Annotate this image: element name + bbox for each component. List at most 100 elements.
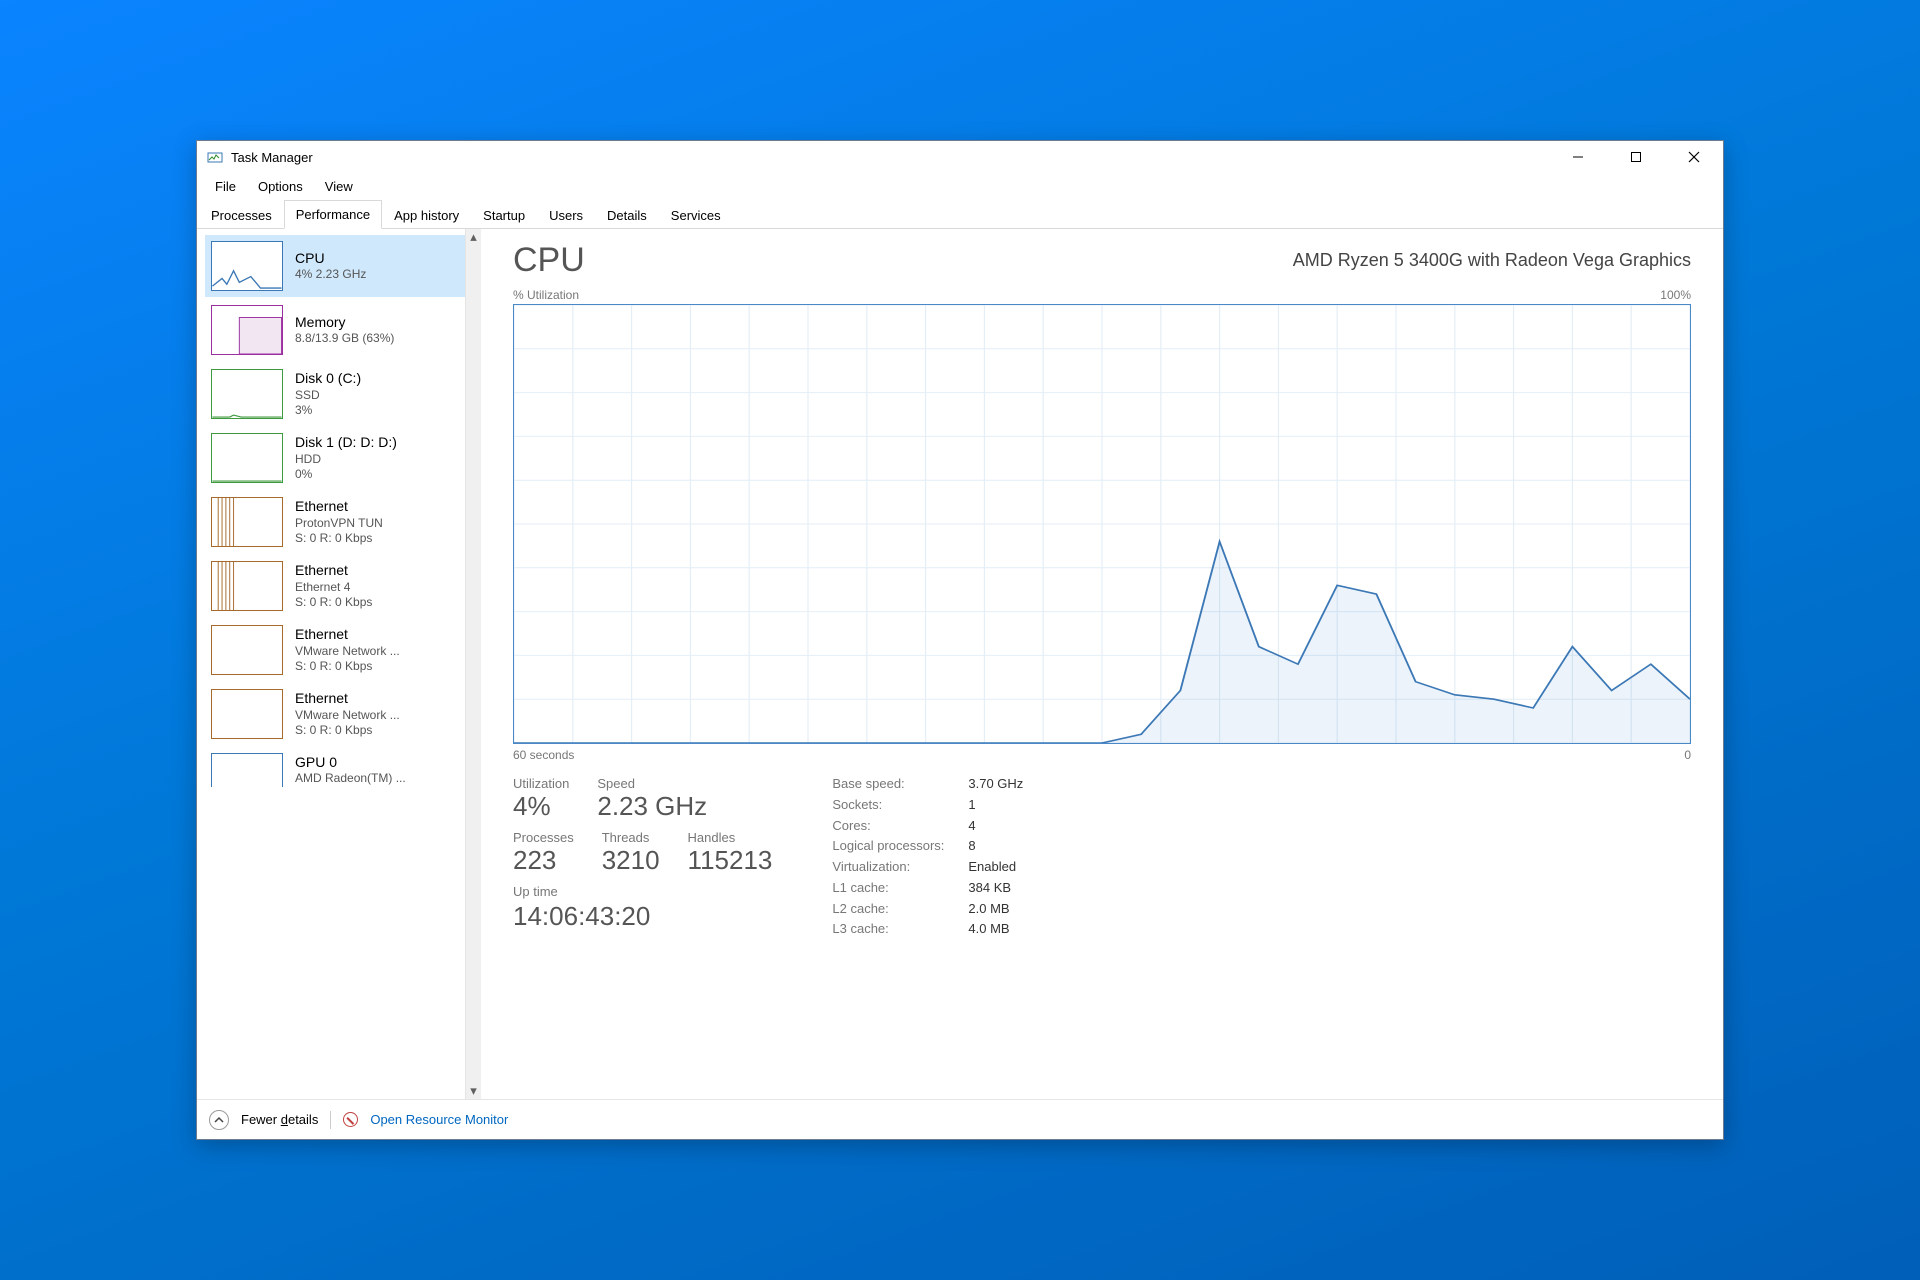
- sidebar-item-8[interactable]: GPU 0AMD Radeon(TM) ...: [205, 747, 465, 793]
- resource-sidebar[interactable]: CPU4% 2.23 GHzMemory8.8/13.9 GB (63%)Dis…: [197, 229, 465, 1099]
- sidebar-sub1-7: VMware Network ...: [295, 708, 400, 723]
- sidebar-title-7: Ethernet: [295, 690, 400, 708]
- sidebar-thumb-4: [211, 497, 283, 547]
- v-base-speed: 3.70 GHz: [968, 776, 1023, 793]
- sidebar-thumb-1: [211, 305, 283, 355]
- sidebar-item-4[interactable]: EthernetProtonVPN TUNS: 0 R: 0 Kbps: [205, 491, 465, 553]
- sidebar-sub1-2: SSD: [295, 388, 361, 403]
- sidebar-title-6: Ethernet: [295, 626, 400, 644]
- v-l2: 2.0 MB: [968, 901, 1023, 918]
- sidebar-sub2-3: 0%: [295, 467, 397, 482]
- chart-label-100: 100%: [1660, 288, 1691, 302]
- minimize-button[interactable]: [1549, 141, 1607, 173]
- tab-app-history[interactable]: App history: [382, 201, 471, 229]
- cpu-device-name: AMD Ryzen 5 3400G with Radeon Vega Graph…: [1293, 250, 1691, 271]
- value-utilization: 4%: [513, 791, 569, 822]
- chart-label-util: % Utilization: [513, 288, 579, 302]
- open-resource-monitor-link[interactable]: Open Resource Monitor: [370, 1112, 508, 1127]
- sidebar-thumb-8: [211, 753, 283, 787]
- menu-bar: File Options View: [197, 173, 1723, 199]
- label-utilization: Utilization: [513, 776, 569, 791]
- close-button[interactable]: [1665, 141, 1723, 173]
- label-uptime: Up time: [513, 884, 772, 899]
- sidebar-sub1-8: AMD Radeon(TM) ...: [295, 771, 406, 786]
- k-l1: L1 cache:: [832, 880, 944, 897]
- sidebar-sub2-7: S: 0 R: 0 Kbps: [295, 723, 400, 738]
- v-cores: 4: [968, 818, 1023, 835]
- label-handles: Handles: [688, 830, 773, 845]
- label-threads: Threads: [602, 830, 660, 845]
- scroll-down-icon[interactable]: ▾: [466, 1083, 481, 1099]
- tab-strip: Processes Performance App history Startu…: [197, 199, 1723, 229]
- sidebar-item-1[interactable]: Memory8.8/13.9 GB (63%): [205, 299, 465, 361]
- cpu-stats: Utilization 4% Speed 2.23 GHz Processes …: [513, 776, 1691, 938]
- chart-xaxis-right: 0: [1684, 748, 1691, 762]
- tab-processes[interactable]: Processes: [199, 201, 284, 229]
- sidebar-sub2-5: S: 0 R: 0 Kbps: [295, 595, 372, 610]
- k-sockets: Sockets:: [832, 797, 944, 814]
- sidebar-sub1-3: HDD: [295, 452, 397, 467]
- label-speed: Speed: [597, 776, 707, 791]
- sidebar-thumb-6: [211, 625, 283, 675]
- tab-startup[interactable]: Startup: [471, 201, 537, 229]
- k-l2: L2 cache:: [832, 901, 944, 918]
- sidebar-thumb-3: [211, 433, 283, 483]
- menu-options[interactable]: Options: [248, 176, 313, 197]
- performance-body: CPU4% 2.23 GHzMemory8.8/13.9 GB (63%)Dis…: [197, 229, 1723, 1099]
- sidebar-sub2-6: S: 0 R: 0 Kbps: [295, 659, 400, 674]
- sidebar-thumb-7: [211, 689, 283, 739]
- v-l3: 4.0 MB: [968, 921, 1023, 938]
- k-cores: Cores:: [832, 818, 944, 835]
- sidebar-item-6[interactable]: EthernetVMware Network ...S: 0 R: 0 Kbps: [205, 619, 465, 681]
- k-base-speed: Base speed:: [832, 776, 944, 793]
- sidebar-thumb-0: [211, 241, 283, 291]
- sidebar-title-8: GPU 0: [295, 754, 406, 772]
- tab-users[interactable]: Users: [537, 201, 595, 229]
- sidebar-thumb-5: [211, 561, 283, 611]
- app-icon: [207, 149, 223, 165]
- titlebar: Task Manager: [197, 141, 1723, 173]
- sidebar-sub2-2: 3%: [295, 403, 361, 418]
- footer-bar: Fewer details Open Resource Monitor: [197, 1099, 1723, 1139]
- maximize-button[interactable]: [1607, 141, 1665, 173]
- menu-file[interactable]: File: [205, 176, 246, 197]
- sidebar-sub2-4: S: 0 R: 0 Kbps: [295, 531, 383, 546]
- sidebar-sub1-6: VMware Network ...: [295, 644, 400, 659]
- v-l1: 384 KB: [968, 880, 1023, 897]
- sidebar-container: CPU4% 2.23 GHzMemory8.8/13.9 GB (63%)Dis…: [197, 229, 481, 1099]
- chart-xaxis-left: 60 seconds: [513, 748, 574, 762]
- cpu-info-grid: Base speed: 3.70 GHz Sockets: 1 Cores: 4 Lo…: [832, 776, 1023, 938]
- sidebar-scrollbar[interactable]: ▴ ▾: [465, 229, 481, 1099]
- menu-view[interactable]: View: [315, 176, 363, 197]
- tab-performance[interactable]: Performance: [284, 200, 382, 229]
- sidebar-item-7[interactable]: EthernetVMware Network ...S: 0 R: 0 Kbps: [205, 683, 465, 745]
- sidebar-title-2: Disk 0 (C:): [295, 370, 361, 388]
- fewer-details-toggle[interactable]: [209, 1110, 229, 1130]
- v-logical: 8: [968, 838, 1023, 855]
- label-processes: Processes: [513, 830, 574, 845]
- fewer-details-label[interactable]: Fewer details: [241, 1112, 318, 1127]
- sidebar-sub1-0: 4% 2.23 GHz: [295, 267, 366, 282]
- cpu-chart[interactable]: [513, 304, 1691, 744]
- sidebar-item-2[interactable]: Disk 0 (C:)SSD3%: [205, 363, 465, 425]
- sidebar-item-3[interactable]: Disk 1 (D: D: D:)HDD0%: [205, 427, 465, 489]
- value-speed: 2.23 GHz: [597, 791, 707, 822]
- sidebar-title-3: Disk 1 (D: D: D:): [295, 434, 397, 452]
- window-title: Task Manager: [231, 150, 313, 165]
- scroll-up-icon[interactable]: ▴: [466, 229, 481, 245]
- sidebar-thumb-2: [211, 369, 283, 419]
- sidebar-item-5[interactable]: EthernetEthernet 4S: 0 R: 0 Kbps: [205, 555, 465, 617]
- tab-details[interactable]: Details: [595, 201, 659, 229]
- sidebar-title-1: Memory: [295, 314, 394, 332]
- footer-divider: [330, 1111, 331, 1129]
- k-l3: L3 cache:: [832, 921, 944, 938]
- sidebar-item-0[interactable]: CPU4% 2.23 GHz: [205, 235, 465, 297]
- tab-services[interactable]: Services: [659, 201, 733, 229]
- value-uptime: 14:06:43:20: [513, 901, 772, 932]
- sidebar-title-0: CPU: [295, 250, 366, 268]
- sidebar-title-4: Ethernet: [295, 498, 383, 516]
- cpu-panel: CPU AMD Ryzen 5 3400G with Radeon Vega G…: [481, 229, 1723, 1099]
- k-virt: Virtualization:: [832, 859, 944, 876]
- v-sockets: 1: [968, 797, 1023, 814]
- k-logical: Logical processors:: [832, 838, 944, 855]
